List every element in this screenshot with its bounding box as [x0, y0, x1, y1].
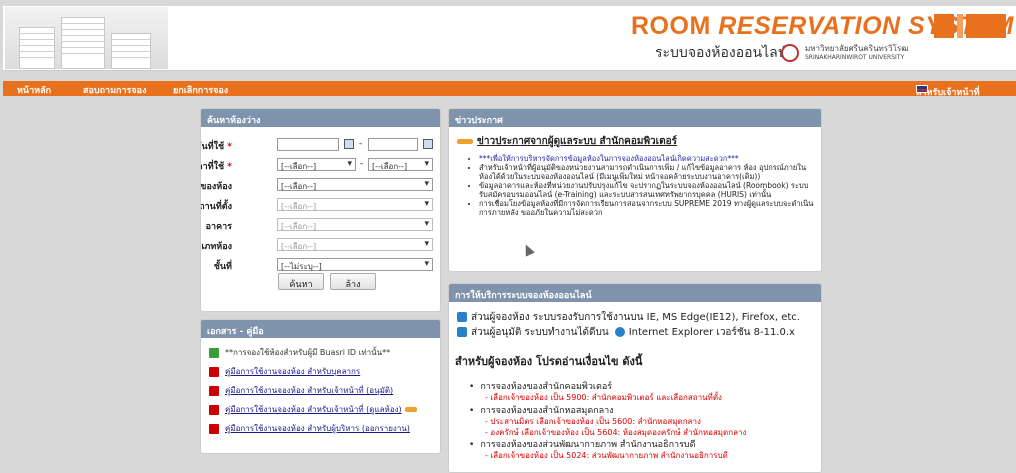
news-item: สำหรับเจ้าหน้าที่ผู้อนุมัติของหน่วยงานสา… [479, 163, 814, 181]
site-header: ROOM RESERVATION SYSTEM ระบบจองห้องออนไล… [3, 6, 1016, 71]
doc-item-notice: **การจองใช้ห้องสำหรับผู้มี Buasri ID เท่… [209, 346, 390, 358]
location-row: สถานที่ตั้ง [--เลือก--] [200, 198, 440, 212]
news-headline[interactable]: ข่าวประกาศจากผู้ดูแลระบบ สำนักคอมพิวเตอร… [457, 134, 677, 149]
news-item: ข้อมูลอาคารและห้องที่หน่วยงานปรับปรุงแก้… [479, 181, 814, 199]
docs-panel-title: เอกสาร - คู่มือ [201, 320, 440, 338]
building-banner-image [5, 7, 168, 69]
doc-item-executive-manual[interactable]: คู่มือการใช้งานจองห้อง สำหรับผู้บริหาร (… [209, 422, 410, 434]
search-button[interactable]: ค้นหา [278, 273, 324, 290]
time-label: เวลาที่ใช้ * [201, 162, 232, 172]
service-panel-title: การให้บริการระบบจองห้องออนไลน์ [449, 284, 821, 302]
service-line-booker: ส่วนผู้จองห้อง ระบบรองรับการใช้งานบน IE,… [457, 310, 800, 325]
owner-row: เจ้าของห้อง [--เลือก--] [200, 178, 440, 192]
main-nav: หน้าหลัก สอบถามการจอง ยกเลิกการจอง สำหรั… [3, 81, 1016, 98]
time-to-select[interactable]: [--เลือก--] [368, 158, 433, 171]
pdf-icon [209, 366, 219, 377]
line-icon [209, 347, 219, 358]
ie-icon [614, 327, 625, 337]
pdf-icon [209, 423, 219, 434]
floor-row: ชั้นที่ [--ไม่ระบุ--] [201, 258, 440, 272]
university-seal-icon [781, 44, 799, 62]
date-to-input[interactable] [368, 138, 418, 151]
doc-item-roomadmin-manual[interactable]: คู่มือการใช้งานจองห้อง สำหรับเจ้าหน้าที่… [209, 403, 417, 415]
calendar-icon[interactable] [423, 139, 433, 149]
doc-item-approver-manual[interactable]: คู่มือการใช้งานจองห้อง สำหรับเจ้าหน้าที่… [209, 384, 393, 396]
building-row: อาคาร [--เลือก--] [201, 218, 440, 232]
date-from-input[interactable] [277, 138, 339, 151]
roomtype-row: ประเภทห้อง [--เลือก--] [201, 238, 440, 252]
english-flag-icon[interactable] [916, 85, 928, 93]
location-select[interactable]: [--เลือก--] [277, 198, 433, 211]
floor-label: ชั้นที่ [213, 262, 232, 272]
service-line-approver: ส่วนผู้อนุมัติ ระบบทำงานได้ดีบน Internet … [457, 325, 795, 340]
search-panel-title: ค้นหาห้องว่าง [201, 109, 440, 127]
user-icon [457, 312, 467, 322]
university-name: มหาวิทยาลัยศรีนครินทรวิโรฒ SRINAKHARINWIR… [805, 44, 909, 61]
calendar-icon[interactable] [344, 139, 354, 149]
date-row: วันที่ใช้ * - [201, 138, 440, 152]
docs-panel: เอกสาร - คู่มือ **การจองใช้ห้องสำหรับผู้… [200, 319, 441, 454]
news-item[interactable]: ***เพื่อให้การบริหารจัดการข้อมูลห้องในกา… [479, 154, 814, 163]
pdf-icon [209, 404, 219, 415]
news-item: การเชื่อมโยงข้อมูลห้องที่มีการจัดการเรีย… [479, 199, 814, 217]
service-panel: การให้บริการระบบจองห้องออนไลน์ ส่วนผู้จอ… [448, 283, 822, 473]
new-badge [404, 407, 417, 412]
time-row: เวลาที่ใช้ * [--เลือก--] - [--เลือก--] [201, 158, 440, 172]
building-select[interactable]: [--เลือก--] [277, 218, 433, 231]
building-label: อาคาร [205, 222, 232, 232]
owner-label: เจ้าของห้อง [200, 182, 232, 192]
news-panel: ข่าวประกาศ ข่าวประกาศจากผู้ดูแลระบบ สำนั… [448, 108, 822, 272]
condition-detail: - เลือกเจ้าของห้อง เป็น 5024: ส่วนพัฒนาก… [485, 451, 728, 460]
app-subtitle: ระบบจองห้องออนไลน์ [655, 45, 788, 61]
user-icon [457, 327, 467, 337]
clear-button[interactable]: ล้าง [330, 273, 376, 290]
conditions-heading: สำหรับผู้จองห้อง โปรดอ่านเงื่อนไข ดังนี้ [455, 355, 643, 368]
time-from-select[interactable]: [--เลือก--] [277, 158, 356, 171]
roomtype-label: ประเภทห้อง [201, 242, 232, 252]
floor-select[interactable]: [--ไม่ระบุ--] [277, 258, 433, 271]
search-panel: ค้นหาห้องว่าง วันที่ใช้ * - เวลาที่ใช้ *… [200, 108, 441, 312]
nav-home[interactable]: หน้าหลัก [17, 83, 51, 97]
roomtype-select[interactable]: [--เลือก--] [277, 238, 433, 251]
doc-item-staff-manual[interactable]: คู่มือการใช้งานจองห้อง สำหรับบุคลากร [209, 365, 360, 377]
news-list: ***เพื่อให้การบริหารจัดการข้อมูลห้องในกา… [479, 154, 814, 217]
date-label: วันที่ใช้ * [201, 142, 232, 152]
nav-inquiry[interactable]: สอบถามการจอง [83, 83, 146, 97]
location-label: สถานที่ตั้ง [200, 202, 232, 212]
pdf-icon [209, 385, 219, 396]
new-badge [457, 138, 473, 144]
news-panel-title: ข่าวประกาศ [449, 109, 821, 127]
owner-select[interactable]: [--เลือก--] [277, 178, 433, 191]
nav-cancel[interactable]: ยกเลิกการจอง [173, 83, 228, 97]
